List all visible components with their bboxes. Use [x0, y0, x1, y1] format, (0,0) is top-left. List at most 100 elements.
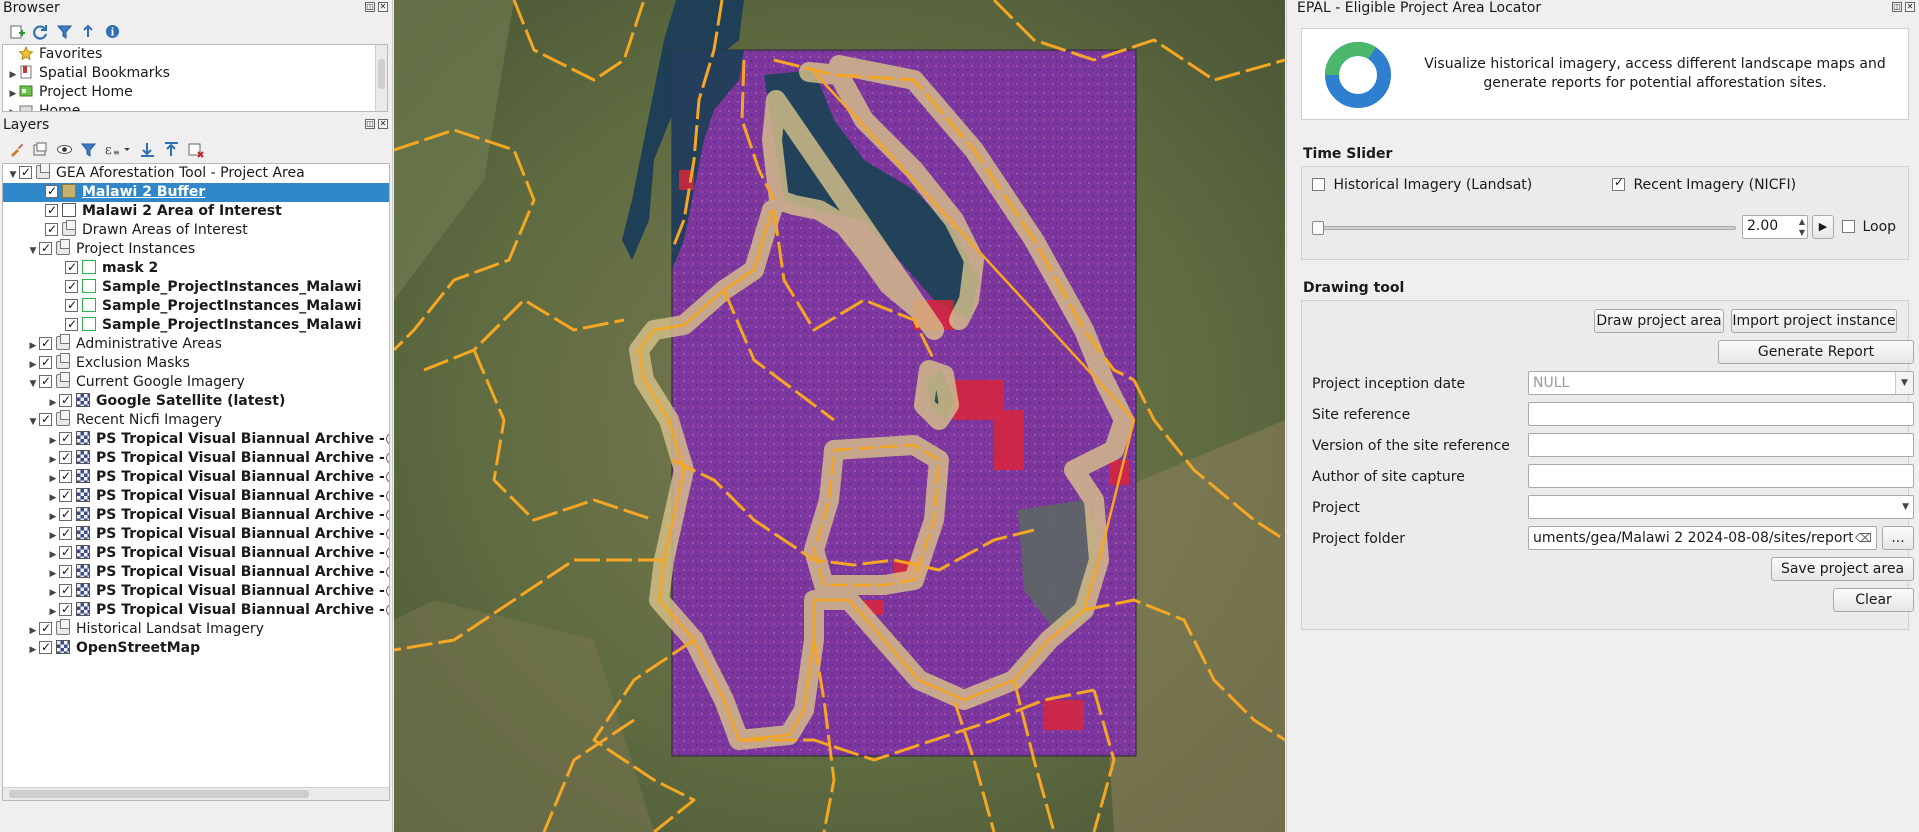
layer-ps-tropical[interactable]: ▶PS Tropical Visual Biannual Archive -n [3, 562, 389, 582]
dropdown-arrow-icon[interactable]: ▼ [1895, 372, 1913, 394]
layer-sample-instance[interactable]: Sample_ProjectInstances_Malawi [3, 277, 389, 297]
layer-visibility-checkbox[interactable] [39, 638, 52, 657]
layer-visibility-checkbox[interactable] [65, 296, 78, 315]
browser-item-spatial-bookmarks[interactable]: ▶ Spatial Bookmarks [3, 64, 387, 83]
remove-layer-icon[interactable] [187, 141, 204, 158]
expand-all-icon[interactable] [139, 141, 156, 158]
layer-group-project-instances[interactable]: ▼Project Instances [3, 239, 389, 259]
close-panel-icon[interactable]: ✕ [378, 2, 388, 12]
layer-drawn-aoi[interactable]: Drawn Areas of Interest [3, 220, 389, 240]
historical-imagery-option[interactable]: Historical Imagery (Landsat) [1312, 177, 1532, 193]
clear-field-icon[interactable]: ⌫ [1853, 527, 1872, 549]
expression-filter-icon[interactable]: ε ≡ [104, 141, 132, 158]
project-folder-input[interactable]: uments/gea/Malawi 2 2024-08-08/sites/rep… [1528, 526, 1877, 550]
layers-horizontal-scrollbar[interactable] [3, 787, 389, 800]
layer-group-google-imagery[interactable]: ▼Current Google Imagery [3, 372, 389, 392]
layer-ps-tropical[interactable]: ▶PS Tropical Visual Biannual Archive -n [3, 600, 389, 620]
play-button[interactable]: ▶ [1812, 215, 1834, 239]
spin-arrows-icon[interactable]: ▲ ▼ [1799, 216, 1805, 238]
layer-ps-tropical[interactable]: ▶PS Tropical Visual Biannual Archive -n [3, 524, 389, 544]
layer-ps-tropical[interactable]: ▶PS Tropical Visual Biannual Archive -e [3, 505, 389, 525]
close-panel-icon[interactable]: ✕ [1905, 2, 1915, 12]
style-brush-icon[interactable] [8, 141, 25, 158]
layer-visibility-checkbox[interactable] [59, 486, 72, 505]
layer-group-exclusion-masks[interactable]: ▶Exclusion Masks [3, 353, 389, 373]
clear-button[interactable]: Clear [1833, 588, 1914, 612]
speed-spinbox[interactable]: 2.00 ▲ ▼ [1742, 215, 1808, 239]
layer-visibility-checkbox[interactable] [65, 315, 78, 334]
recent-imagery-checkbox[interactable] [1612, 175, 1625, 191]
layer-group-admin-areas[interactable]: ▶Administrative Areas [3, 334, 389, 354]
layer-visibility-checkbox[interactable] [39, 334, 52, 353]
info-icon[interactable]: i [104, 23, 121, 40]
site-version-input[interactable] [1528, 433, 1914, 457]
time-slider-handle[interactable] [1312, 221, 1324, 235]
layer-ps-tropical[interactable]: ▶PS Tropical Visual Biannual Archive -e [3, 543, 389, 563]
generate-report-button[interactable]: Generate Report [1718, 340, 1914, 364]
collapse-all-icon[interactable] [80, 23, 97, 40]
layer-visibility-checkbox[interactable] [59, 448, 72, 467]
layer-visibility-checkbox[interactable] [39, 372, 52, 391]
float-panel-icon[interactable]: ◫ [365, 119, 375, 129]
project-select[interactable]: ▼ [1528, 495, 1914, 519]
collapse-all-icon[interactable] [163, 141, 180, 158]
author-input[interactable] [1528, 464, 1914, 488]
layer-ps-tropical[interactable]: ▶PS Tropical Visual Biannual Archive -e [3, 429, 389, 449]
layer-visibility-checkbox[interactable] [59, 600, 72, 619]
import-project-instance-button[interactable]: Import project instance [1731, 309, 1897, 333]
layer-malawi-aoi[interactable]: Malawi 2 Area of Interest [3, 201, 389, 221]
layer-visibility-checkbox[interactable] [19, 164, 32, 182]
float-panel-icon[interactable]: ◫ [1892, 2, 1902, 12]
site-reference-input[interactable] [1528, 402, 1914, 426]
layer-ps-tropical[interactable]: ▶PS Tropical Visual Biannual Archive -n [3, 486, 389, 506]
layer-sample-instance[interactable]: Sample_ProjectInstances_Malawi [3, 296, 389, 316]
draw-project-area-button[interactable]: Draw project area [1594, 309, 1724, 333]
filter-icon[interactable] [56, 23, 73, 40]
layer-group-nicfi-imagery[interactable]: ▼Recent Nicfi Imagery [3, 410, 389, 430]
save-project-area-button[interactable]: Save project area [1771, 557, 1914, 581]
browser-item-home[interactable]: ▶ Home [3, 102, 387, 111]
layer-visibility-checkbox[interactable] [59, 543, 72, 562]
layer-ps-tropical[interactable]: ▶PS Tropical Visual Biannual Archive -e [3, 467, 389, 487]
layer-visibility-checkbox[interactable] [59, 505, 72, 524]
historical-imagery-checkbox[interactable] [1312, 178, 1325, 191]
layer-group-landsat[interactable]: ▶Historical Landsat Imagery [3, 619, 389, 639]
layer-visibility-checkbox[interactable] [59, 467, 72, 486]
refresh-icon[interactable] [32, 23, 49, 40]
layer-group-project-area[interactable]: ▼GEA Aforestation Tool - Project Area [3, 164, 389, 183]
layer-visibility-checkbox[interactable] [45, 182, 58, 201]
recent-imagery-option[interactable]: Recent Imagery (NICFI) [1612, 175, 1796, 193]
add-group-icon[interactable] [32, 141, 49, 158]
layer-visibility-checkbox[interactable] [39, 410, 52, 429]
layer-visibility-checkbox[interactable] [59, 429, 72, 448]
layer-visibility-checkbox[interactable] [59, 581, 72, 600]
layer-ps-tropical[interactable]: ▶PS Tropical Visual Biannual Archive -e [3, 581, 389, 601]
visibility-eye-icon[interactable] [56, 141, 73, 158]
layer-visibility-checkbox[interactable] [45, 220, 58, 239]
expand-arrow-icon[interactable]: ▶ [7, 104, 19, 111]
layer-visibility-checkbox[interactable] [45, 201, 58, 220]
layer-visibility-checkbox[interactable] [39, 353, 52, 372]
loop-option[interactable]: Loop [1842, 219, 1896, 235]
loop-checkbox[interactable] [1842, 220, 1855, 233]
layer-visibility-checkbox[interactable] [65, 258, 78, 277]
layer-google-satellite[interactable]: ▶Google Satellite (latest) [3, 391, 389, 411]
browser-vertical-scrollbar[interactable] [375, 45, 387, 111]
layer-openstreetmap[interactable]: ▶ OpenStreetMap [3, 638, 389, 658]
layer-ps-tropical[interactable]: ▶PS Tropical Visual Biannual Archive -n [3, 448, 389, 468]
map-render[interactable] [394, 0, 1285, 832]
filter-legend-icon[interactable] [80, 141, 97, 158]
layer-mask-2[interactable]: mask 2 [3, 258, 389, 278]
browse-folder-button[interactable]: ... [1882, 526, 1914, 550]
time-slider-track[interactable] [1314, 226, 1736, 230]
add-selected-layers-icon[interactable] [8, 23, 25, 40]
browser-item-favorites[interactable]: Favorites [3, 45, 387, 64]
layer-visibility-checkbox[interactable] [59, 391, 72, 410]
layer-malawi-buffer[interactable]: Malawi 2 Buffer [3, 182, 389, 202]
close-panel-icon[interactable]: ✕ [378, 119, 388, 129]
browser-item-project-home[interactable]: ▶ Project Home [3, 83, 387, 102]
float-panel-icon[interactable]: ◫ [365, 2, 375, 12]
dropdown-arrow-icon[interactable]: ▼ [1902, 496, 1909, 518]
layer-visibility-checkbox[interactable] [59, 562, 72, 581]
layer-visibility-checkbox[interactable] [39, 239, 52, 258]
